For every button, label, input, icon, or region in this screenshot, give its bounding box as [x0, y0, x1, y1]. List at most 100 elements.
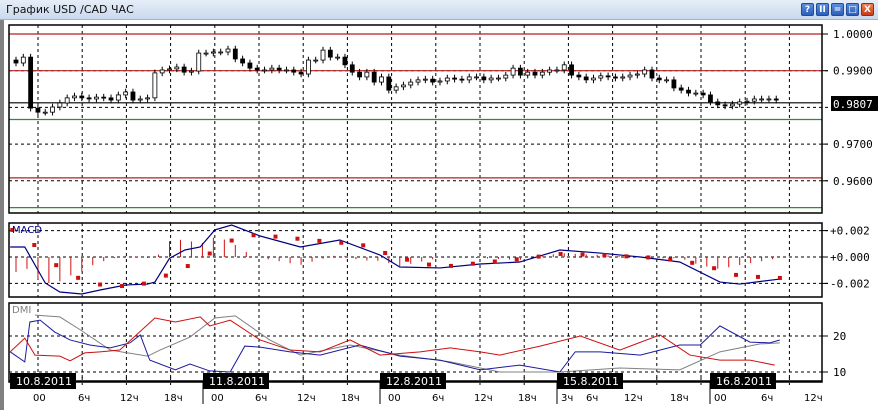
candle-body [357, 71, 362, 78]
candle-body [437, 80, 443, 83]
candle-body [444, 77, 450, 82]
candle-body [715, 101, 721, 106]
hour-label: 6ч [586, 393, 598, 404]
candle-body [35, 107, 41, 113]
candle-body [430, 78, 436, 83]
candle-body [342, 56, 348, 66]
chart-canvas[interactable]: 1.0000 0.9900 0.9700 0.9600 0.9807 +0.002 +0.0… [0, 0, 878, 410]
price-levels [9, 33, 822, 209]
candle-body [196, 52, 202, 72]
hour-label: 12ч [804, 393, 823, 404]
candle-body [130, 91, 136, 101]
candle-body [379, 76, 384, 83]
candle-body [137, 98, 143, 101]
dmi-label: DMI [12, 305, 31, 316]
macd-panel-frame [8, 222, 823, 298]
candle-body [583, 76, 589, 81]
candle-body [751, 98, 757, 102]
candle-body [232, 48, 238, 60]
candle-body [64, 97, 70, 104]
candle-body [269, 67, 275, 71]
candle-body [671, 79, 677, 89]
signal-dot [339, 240, 344, 245]
candle-body [145, 97, 150, 100]
minus-di-line [9, 316, 775, 366]
axes: 1.0000 0.9900 0.9700 0.9600 0.9807 +0.002 +0.0… [9, 28, 878, 404]
candle-body [766, 98, 772, 101]
signal-dot [273, 234, 278, 239]
signal-dot [98, 282, 103, 287]
price-tick-label: 0.9700 [833, 138, 873, 151]
signal-dot [536, 254, 541, 259]
candle-body [466, 76, 472, 81]
candle-body [349, 64, 355, 73]
candle-body [262, 69, 267, 72]
candle-body [488, 77, 494, 81]
candle-body [459, 78, 465, 81]
candle-body [189, 70, 194, 73]
candle-body [167, 68, 172, 71]
candle-body [627, 74, 633, 78]
candle-body [517, 67, 523, 76]
dmi-plot [9, 314, 781, 373]
plus-di-line [9, 319, 781, 373]
candle-body [218, 51, 224, 54]
signal-dot [755, 274, 760, 279]
hour-label: 00 [211, 393, 224, 404]
signal-dot [207, 251, 212, 256]
candle-body [759, 98, 765, 101]
candle-body [729, 103, 735, 107]
candle-body [744, 100, 750, 103]
candle-body [722, 104, 728, 107]
signal-dot [32, 243, 37, 248]
signal-dot [668, 257, 673, 262]
macd-tick-label: +0.002 [830, 225, 870, 238]
candle-body [335, 56, 341, 59]
signal-dot [734, 272, 739, 277]
hour-label: 6ч [255, 393, 267, 404]
candle-body [422, 78, 428, 81]
candle-body [656, 77, 662, 81]
candle-body [86, 97, 92, 100]
candle-body [598, 75, 604, 79]
candle-body [401, 84, 406, 88]
date-label: 15.8.2011 [563, 375, 619, 388]
signal-dot [602, 253, 607, 258]
signal-dot [690, 260, 695, 265]
candle-body [174, 66, 180, 70]
hour-label: 3ч [561, 393, 573, 404]
candle-body [28, 56, 34, 109]
date-label: 11.8.2011 [209, 375, 265, 388]
signal-dot [427, 262, 432, 267]
candle-body [620, 76, 626, 79]
candle-body [693, 92, 699, 95]
adx-line [34, 314, 780, 373]
candle-body [503, 74, 509, 79]
dmi-tick-label: 10 [833, 366, 846, 379]
hour-label: 6ч [432, 393, 444, 404]
candle-body [700, 92, 706, 96]
date-label: 16.8.2011 [716, 375, 772, 388]
candle-body [591, 77, 596, 81]
candle-body [115, 94, 121, 101]
candle-body [108, 97, 114, 101]
signal-dot [295, 236, 300, 241]
signal-dot [405, 257, 410, 262]
signal-dot [119, 284, 124, 289]
signal-dot [624, 254, 629, 259]
macd-tick-label: -0.002 [830, 277, 870, 290]
candle-body [642, 69, 648, 75]
candle-body [79, 95, 85, 99]
signal-dot [777, 275, 782, 280]
signal-dot [317, 238, 322, 243]
candle-body [42, 111, 48, 114]
price-tick-label: 0.9900 [833, 65, 873, 78]
candle-body [569, 64, 574, 76]
hour-label: 12ч [297, 393, 316, 404]
signal-dot [580, 252, 585, 257]
hour-label: 12ч [624, 393, 643, 404]
grid [9, 25, 830, 385]
candle-body [284, 69, 289, 72]
panel-frames [8, 24, 823, 383]
hour-label: 00 [33, 393, 46, 404]
